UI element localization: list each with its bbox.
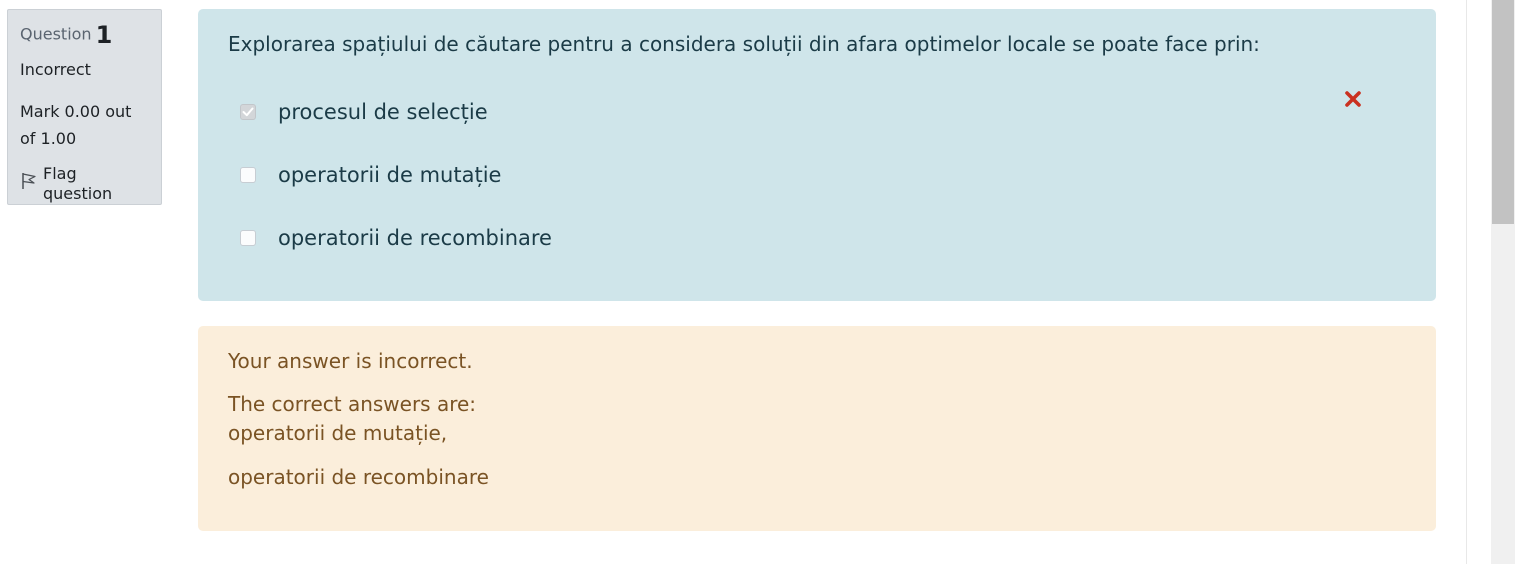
answer-option[interactable]: procesul de selecție bbox=[228, 80, 1406, 143]
question-grade: Mark 0.00 out of 1.00 bbox=[20, 101, 132, 148]
question-state: Incorrect bbox=[20, 59, 91, 79]
question-number: Question 1 bbox=[20, 21, 149, 48]
flag-icon bbox=[20, 172, 37, 195]
vertical-scrollbar[interactable] bbox=[1491, 0, 1515, 564]
flag-question-label: Flag question bbox=[43, 163, 113, 203]
question-formulation: Explorarea spațiului de căutare pentru a… bbox=[198, 9, 1436, 301]
flag-question-link[interactable]: Flag question bbox=[20, 164, 149, 204]
right-answer-intro: The correct answers are: bbox=[228, 392, 477, 416]
check-icon bbox=[242, 107, 254, 116]
divider-line bbox=[1466, 0, 1467, 564]
answer-checkbox[interactable] bbox=[240, 103, 256, 120]
right-answer: operatorii de recombinare bbox=[228, 465, 489, 489]
question-label: Question bbox=[20, 24, 92, 44]
answer-checkbox[interactable] bbox=[240, 166, 256, 183]
question-outcome: Your answer is incorrect. The correct an… bbox=[198, 326, 1436, 531]
scrollbar-thumb[interactable] bbox=[1492, 0, 1514, 224]
answer-option[interactable]: operatorii de recombinare bbox=[228, 206, 1406, 269]
answer-option[interactable]: operatorii de mutație bbox=[228, 143, 1406, 206]
question-text: Explorarea spațiului de căutare pentru a… bbox=[228, 32, 1260, 56]
answer-label[interactable]: operatorii de recombinare bbox=[278, 226, 552, 250]
answer-label[interactable]: operatorii de mutație bbox=[278, 163, 501, 187]
right-answer: operatorii de mutație, bbox=[228, 421, 448, 445]
question-number-value: 1 bbox=[95, 20, 113, 49]
answer-checkbox[interactable] bbox=[240, 229, 256, 246]
question-info-panel: Question 1 Incorrect Mark 0.00 out of 1.0… bbox=[7, 9, 162, 205]
answer-label[interactable]: procesul de selecție bbox=[278, 100, 488, 124]
cross-icon bbox=[1344, 90, 1362, 108]
feedback-text: Your answer is incorrect. bbox=[228, 349, 473, 373]
